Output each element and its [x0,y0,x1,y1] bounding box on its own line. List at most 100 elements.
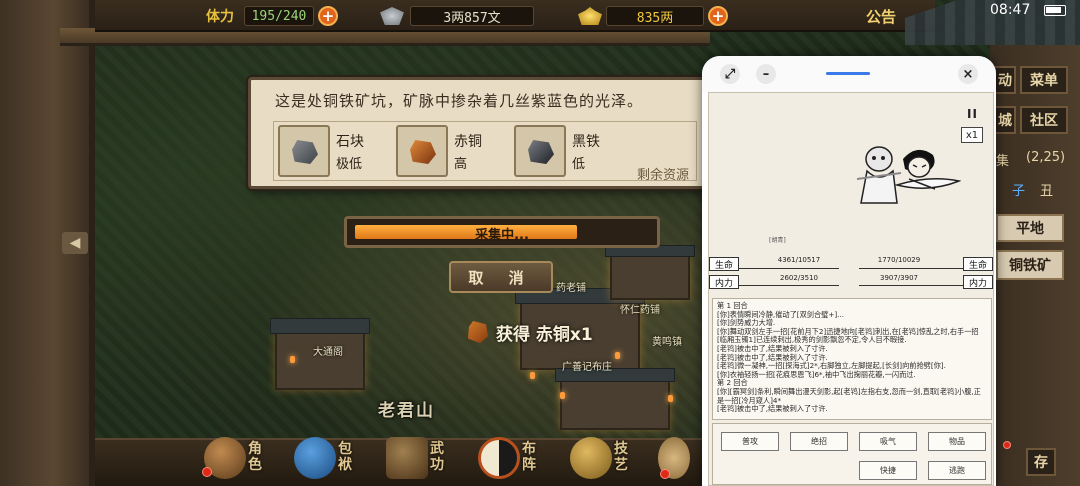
city-button[interactable]: 城 [994,106,1016,134]
lantern [560,392,565,399]
menu-button[interactable]: 菜单 [1020,66,1068,94]
notification-dot [660,469,670,479]
silver-icon-wrap [380,5,404,27]
player-hp-label: 生命 [709,257,739,271]
menu-skill-button[interactable]: 技艺 [566,433,644,483]
gold-value-wrap: 835两 [606,5,704,27]
map-label-shop[interactable]: 广善记布庄 [562,358,612,373]
remaining-resources-label: 剩余资源 [637,168,690,183]
iron-ore-icon [514,125,566,177]
battle-actions: 普攻 绝招 吸气 物品 快捷 逃跑 [712,423,992,485]
log-line: [你]舞动双剑左手一招[花前月下2]迅捷地向[老鸨]刺出,在[老鸨]惊乱之时,右… [717,326,979,345]
menu-role-button[interactable]: 角色 [200,433,278,483]
progress-label: 采集中... [475,228,529,243]
area-name: 老君山 [378,401,435,421]
lantern [615,352,620,359]
gold-icon-wrap [578,5,602,27]
resize-icon[interactable]: ⤢ [720,64,740,84]
silver-ingot-icon [380,7,404,25]
add-stamina-button[interactable]: + [318,6,338,26]
stone-icon [278,125,330,177]
menu-martial-button[interactable]: 武功 [382,433,460,483]
silver-value: 3两857文 [410,6,534,26]
menu-more-button[interactable] [654,433,694,483]
stone-rock [292,140,318,164]
terrain-button[interactable]: 平地 [996,214,1064,242]
resource-item[interactable]: 赤铜 高 [396,125,516,177]
clock: 08:47 [990,2,1031,18]
player-mp-bar [739,285,839,286]
player-hp-bar [739,268,839,269]
enemy-mp-bar [859,285,963,286]
hour-zi: 子 [1012,184,1026,199]
player-hp-value: 4361/10517 [777,256,821,264]
lantern [530,372,535,379]
community-button[interactable]: 社区 [1020,106,1068,134]
item-button[interactable]: 物品 [928,432,986,451]
ultimate-button[interactable]: 绝招 [790,432,848,451]
silver-value-wrap: 3两857文 [410,5,534,27]
drag-handle[interactable] [826,72,870,75]
mine-info-panel: 这是处铜铁矿坑，矿脉中掺杂着几丝紫蓝色的光泽。 石块 极低 赤铜 高 黑铁 低 … [248,77,706,189]
notification-dot [1003,441,1011,449]
map-label-shop[interactable]: 大通阁 [313,343,343,358]
coordinates: (2,25) [1026,150,1066,165]
lantern [668,395,673,402]
resource-name: 赤铜 [454,134,482,150]
resource-item[interactable]: 石块 极低 [278,125,398,177]
enemy-mp-label: 内力 [963,275,993,289]
resource-item[interactable]: 黑铁 低 [514,125,634,177]
map-label-shop[interactable]: 药老铺 [556,279,586,294]
quick-button[interactable]: 快捷 [859,461,917,480]
player-figure [894,149,962,190]
stamina: 体力 [206,5,234,27]
iron-rock [528,140,554,164]
collapse-arrow-icon[interactable]: ◀ [62,232,88,254]
player-mp-value: 2602/3510 [780,274,818,282]
gold-ingot-icon [578,7,602,25]
building[interactable] [610,255,690,300]
mine-description: 这是处铜铁矿坑，矿脉中掺杂着几丝紫蓝色的光泽。 [275,92,644,110]
battery-icon [1044,5,1066,16]
building[interactable] [275,330,365,390]
notice-button[interactable]: 公告 [866,6,896,27]
activity-button[interactable]: 动 [994,66,1016,94]
floating-battle-window[interactable]: ⤢ – × II x1 [胡青] 生命 4361/10517 内力 2602/3… [702,56,996,486]
notification-dot [202,467,212,477]
stamina-plus[interactable]: + [318,5,338,27]
gain-text: 获得 赤铜x1 [496,324,593,345]
add-gold-button[interactable]: + [708,6,728,26]
gold-plus[interactable]: + [708,5,728,27]
mine-location-button[interactable]: 铜铁矿 [996,250,1064,280]
book-icon [386,437,428,479]
roof [270,318,370,334]
enemy-hp-bar [859,268,963,269]
copper-ore-icon [396,125,448,177]
menu-label: 布阵 [522,441,536,473]
copper-rock [410,140,436,164]
close-button[interactable]: × [958,64,978,84]
map-label-shop[interactable]: 怀仁药铺 [620,301,660,316]
cancel-button[interactable]: 取 消 [449,261,553,293]
resource-grade: 低 [572,157,586,172]
gather-label: 集 [996,154,1010,169]
menu-bag-button[interactable]: 包袱 [290,433,368,483]
attack-button[interactable]: 普攻 [721,432,779,451]
save-button[interactable]: 存 [1026,448,1056,476]
log-line: [你]衣袖轻扬一招[花痕思恩飞]6*,袖中飞出掬丽花瓣,一闪而过. [717,369,916,379]
window-header[interactable]: ⤢ – × [702,56,996,92]
battle-log[interactable]: 第 1 回合 [你]表情瞬间冷静,催动了[双剑合璧+]... [你]剑势威力大增… [712,298,992,420]
enemy-mp-value: 3907/3907 [880,274,918,282]
menu-label: 武功 [430,441,444,473]
minimize-button[interactable]: – [756,64,776,84]
absorb-button[interactable]: 吸气 [859,432,917,451]
lantern [290,356,295,363]
menu-formation-button[interactable]: 布阵 [474,433,552,483]
speed-button[interactable]: x1 [961,127,983,143]
building[interactable] [560,380,670,430]
pause-button[interactable]: II [967,107,978,121]
mine-resource-list: 石块 极低 赤铜 高 黑铁 低 [273,121,697,181]
map-label-shop[interactable]: 黄鸣镇 [652,333,682,348]
escape-button[interactable]: 逃跑 [928,461,986,480]
gain-notice: 获得 赤铜x1 [468,318,593,346]
